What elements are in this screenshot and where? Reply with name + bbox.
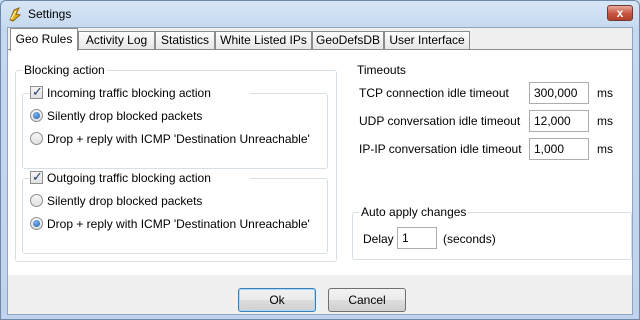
ipip-timeout-unit: ms (597, 142, 613, 156)
ipip-timeout-label: IP-IP conversation idle timeout (359, 142, 522, 156)
radio-selected-icon[interactable] (30, 109, 43, 122)
timeouts-group: Timeouts TCP connection idle timeout 300… (352, 63, 624, 188)
incoming-checkbox-label: Incoming traffic blocking action (47, 86, 211, 100)
dialog-client-area: Geo Rules Activity Log Statistics White … (7, 27, 633, 315)
incoming-icmp-reply-label: Drop + reply with ICMP 'Destination Unre… (47, 132, 310, 146)
tab-geodefsdb[interactable]: GeoDefsDB (312, 31, 384, 50)
incoming-checkbox-row[interactable]: ✓ Incoming traffic blocking action (30, 84, 250, 101)
close-icon: x (616, 6, 624, 20)
close-button[interactable]: x (607, 5, 633, 21)
outgoing-checkbox-label: Outgoing traffic blocking action (47, 171, 211, 185)
outgoing-silently-drop-radio[interactable]: Silently drop blocked packets (30, 193, 290, 209)
tcp-timeout-unit: ms (597, 86, 613, 100)
outgoing-icmp-reply-radio[interactable]: Drop + reply with ICMP 'Destination Unre… (30, 216, 330, 232)
tab-statistics[interactable]: Statistics (155, 31, 215, 50)
udp-timeout-unit: ms (597, 114, 613, 128)
incoming-checkbox[interactable]: ✓ (30, 84, 43, 99)
udp-timeout-label: UDP conversation idle timeout (359, 114, 521, 128)
radio-unselected-icon[interactable] (30, 194, 43, 207)
radio-unselected-icon[interactable] (30, 132, 43, 145)
tcp-timeout-label: TCP connection idle timeout (359, 86, 509, 100)
checkmark-icon: ✓ (32, 84, 43, 99)
auto-apply-legend: Auto apply changes (359, 205, 469, 219)
window-title: Settings (28, 7, 72, 21)
tab-geo-rules[interactable]: Geo Rules (10, 28, 78, 51)
incoming-icmp-reply-radio[interactable]: Drop + reply with ICMP 'Destination Unre… (30, 131, 330, 147)
outgoing-silently-drop-label: Silently drop blocked packets (47, 194, 203, 208)
outgoing-checkbox[interactable]: ✓ (30, 169, 43, 184)
checkmark-icon: ✓ (32, 169, 43, 184)
udp-timeout-input[interactable]: 12,000 (529, 110, 589, 132)
incoming-silently-drop-label: Silently drop blocked packets (47, 109, 203, 123)
outgoing-checkbox-row[interactable]: ✓ Outgoing traffic blocking action (30, 169, 250, 186)
delay-label: Delay (363, 232, 394, 246)
delay-unit: (seconds) (443, 232, 496, 246)
tab-white-listed-ips[interactable]: White Listed IPs (215, 31, 312, 50)
tcp-timeout-input[interactable]: 300,000 (529, 82, 589, 104)
title-bar[interactable]: Settings x (1, 1, 639, 27)
geo-rules-page: Blocking action ✓ Incoming traffic block… (8, 49, 632, 275)
timeouts-legend: Timeouts (355, 63, 408, 77)
auto-apply-group: Auto apply changes Delay 1 (seconds) (352, 205, 632, 260)
blocking-action-group: Blocking action ✓ Incoming traffic block… (15, 63, 337, 262)
app-icon (7, 6, 23, 22)
ipip-timeout-input[interactable]: 1,000 (529, 138, 589, 160)
incoming-silently-drop-radio[interactable]: Silently drop blocked packets (30, 108, 290, 124)
cancel-button[interactable]: Cancel (328, 288, 406, 312)
tab-user-interface[interactable]: User Interface (384, 31, 470, 50)
tab-activity-log[interactable]: Activity Log (78, 31, 155, 50)
ok-button[interactable]: Ok (238, 288, 316, 312)
outgoing-icmp-reply-label: Drop + reply with ICMP 'Destination Unre… (47, 217, 310, 231)
blocking-action-legend: Blocking action (22, 63, 107, 77)
radio-selected-icon[interactable] (30, 217, 43, 230)
delay-input[interactable]: 1 (397, 227, 437, 249)
settings-window: Settings x Geo Rules Activity Log Statis… (0, 0, 640, 320)
